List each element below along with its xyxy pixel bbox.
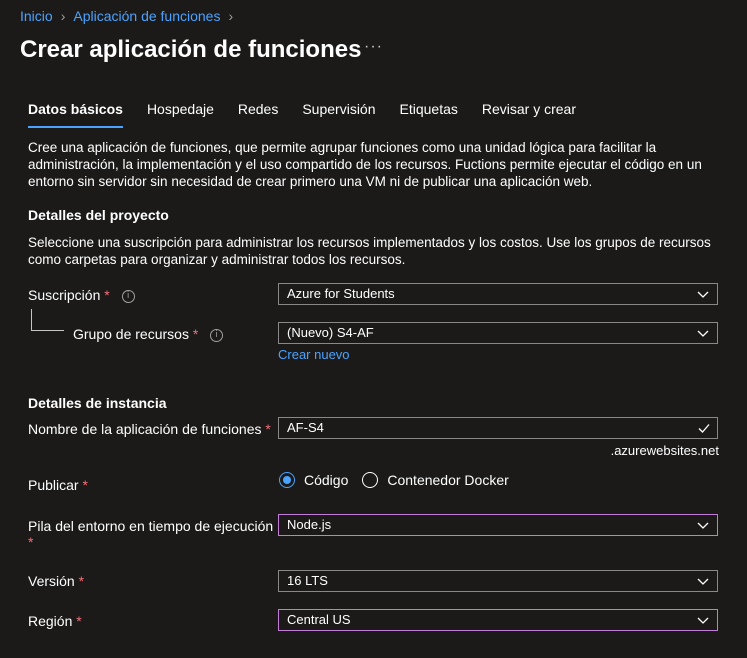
chevron-down-icon <box>697 617 709 624</box>
tab-networking[interactable]: Redes <box>238 101 278 128</box>
instance-details-heading: Detalles de instancia <box>28 395 167 411</box>
app-name-input[interactable]: AF-S4 <box>278 417 718 439</box>
required-mark: * <box>28 534 34 550</box>
info-icon[interactable]: i <box>121 289 135 303</box>
project-details-heading: Detalles del proyecto <box>28 207 169 223</box>
chevron-right-icon: › <box>60 8 66 24</box>
publish-radio-group: Código Contenedor Docker <box>279 472 523 488</box>
version-select[interactable]: 16 LTS <box>278 570 718 592</box>
intro-text: Cree una aplicación de funciones, que pe… <box>28 140 702 189</box>
publish-label: Publicar * <box>28 477 88 493</box>
breadcrumb-home[interactable]: Inicio <box>20 8 53 24</box>
chevron-down-icon <box>697 291 709 298</box>
tab-bar: Datos básicos Hospedaje Redes Supervisió… <box>28 101 600 128</box>
region-label: Región * <box>28 613 82 629</box>
app-name-label: Nombre de la aplicación de funciones * <box>28 421 271 437</box>
check-icon <box>698 424 710 433</box>
domain-suffix: .azurewebsites.net <box>610 443 719 458</box>
required-mark: * <box>192 326 199 342</box>
chevron-right-icon: › <box>228 8 234 24</box>
publish-option-code[interactable]: Código <box>279 472 348 488</box>
required-mark: * <box>265 421 271 437</box>
runtime-select[interactable]: Node.js <box>278 514 718 536</box>
radio-unselected-icon[interactable] <box>362 472 379 488</box>
create-new-link[interactable]: Crear nuevo <box>278 347 350 362</box>
more-options-icon[interactable]: ··· <box>364 38 383 56</box>
tab-review-create[interactable]: Revisar y crear <box>482 101 576 128</box>
required-mark: * <box>82 477 88 493</box>
breadcrumb-current[interactable]: Aplicación de funciones <box>73 8 220 24</box>
region-select[interactable]: Central US <box>278 609 718 631</box>
runtime-label: Pila del entorno en tiempo de ejecución … <box>28 518 274 550</box>
required-mark: * <box>104 287 110 303</box>
tab-basics[interactable]: Datos básicos <box>28 101 123 128</box>
version-label: Versión * <box>28 573 85 589</box>
chevron-down-icon <box>697 522 709 529</box>
required-mark: * <box>76 613 82 629</box>
breadcrumb: Inicio › Aplicación de funciones › <box>20 8 233 24</box>
required-mark: * <box>78 573 85 589</box>
tab-hosting[interactable]: Hospedaje <box>147 101 214 128</box>
info-icon[interactable]: i <box>210 328 224 342</box>
tab-tags[interactable]: Etiquetas <box>400 101 458 128</box>
resource-group-label: Grupo de recursos * i <box>73 326 224 342</box>
publish-option-docker[interactable]: Contenedor Docker <box>362 472 509 488</box>
tab-monitoring[interactable]: Supervisión <box>302 101 375 128</box>
subscription-label: Suscripción * i <box>28 287 135 303</box>
project-details-description: Seleccione una suscripción para administ… <box>28 235 711 267</box>
radio-selected-icon[interactable] <box>279 472 295 488</box>
tree-connector <box>31 309 64 331</box>
chevron-down-icon <box>697 330 709 337</box>
resource-group-select[interactable]: (Nuevo) S4-AF <box>278 322 718 344</box>
subscription-select[interactable]: Azure for Students <box>278 283 718 305</box>
page-title: Crear aplicación de funciones <box>20 36 362 63</box>
chevron-down-icon <box>697 578 709 585</box>
